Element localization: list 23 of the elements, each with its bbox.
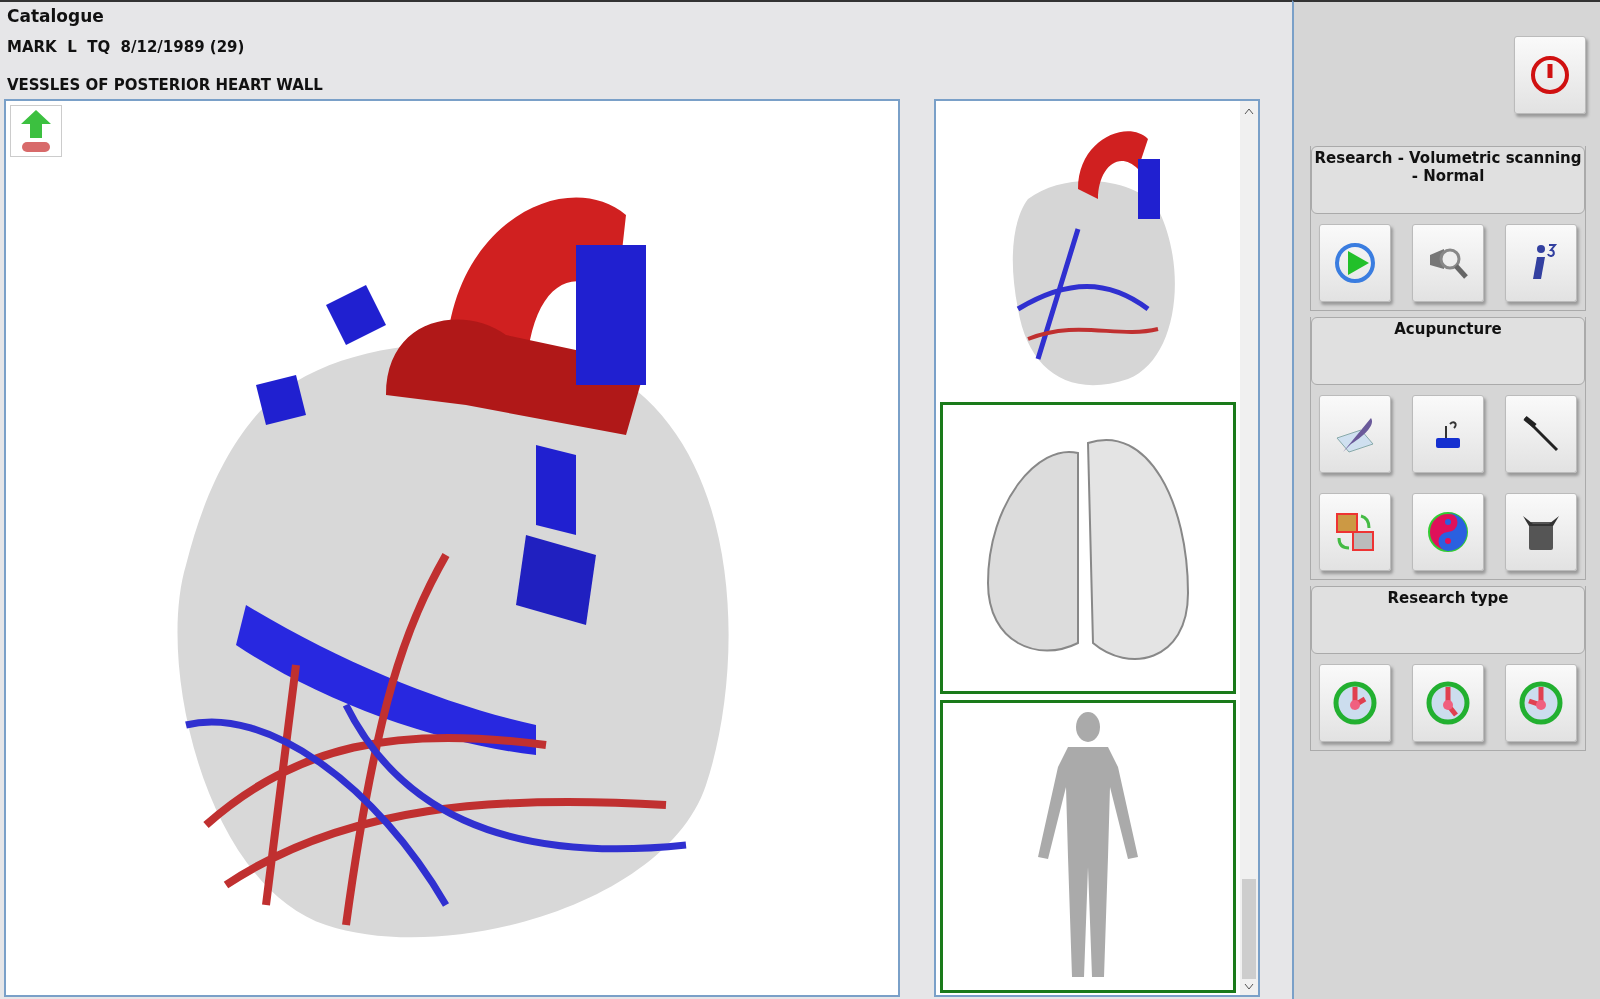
scroll-down-icon[interactable] (1244, 983, 1254, 991)
target-a-icon (1331, 679, 1379, 727)
power-button[interactable] (1514, 36, 1586, 114)
upload-button[interactable] (10, 105, 62, 157)
tool-button[interactable] (1505, 224, 1577, 302)
section-title: VESSLES OF POSTERIOR HEART WALL (7, 76, 324, 94)
group-title: Acupuncture (1311, 317, 1585, 385)
thumbnail[interactable] (940, 700, 1236, 993)
target-c-icon (1517, 679, 1565, 727)
group-title: Research - Volumetric scanning - Normal (1311, 146, 1585, 214)
thumbnail[interactable] (940, 401, 1236, 695)
window-title: Catalogue (7, 6, 105, 26)
arrow-up-icon (19, 110, 53, 152)
scroll-up-icon[interactable] (1244, 107, 1254, 115)
tool-button[interactable] (1412, 395, 1484, 473)
scrollbar-thumb[interactable] (1242, 879, 1256, 979)
scrollbar[interactable] (1240, 101, 1258, 995)
patient-info: MARK L TQ 8/12/1989 (29) (7, 38, 246, 56)
tool-button[interactable] (1505, 395, 1577, 473)
group-title: Research type (1311, 586, 1585, 654)
target-b-icon (1424, 679, 1472, 727)
power-icon (1529, 54, 1571, 96)
tool-button[interactable] (1505, 493, 1577, 571)
